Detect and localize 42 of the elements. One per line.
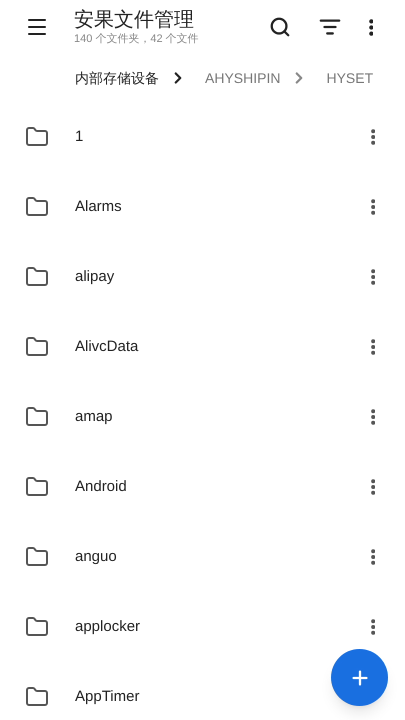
folder-name: Android: [75, 476, 128, 497]
folder-row[interactable]: anguo: [0, 522, 405, 592]
app-title: 安果文件管理: [74, 8, 195, 32]
folder-row[interactable]: Alarms: [0, 172, 405, 242]
folder-row[interactable]: 1: [0, 102, 405, 172]
search-icon: [269, 16, 291, 38]
folder-icon: [25, 125, 49, 149]
folder-name: amap: [75, 406, 114, 427]
breadcrumb-item[interactable]: HYSET: [326, 68, 374, 88]
more-icon: [370, 199, 376, 215]
folder-icon: [25, 685, 49, 709]
folder-row[interactable]: alipay: [0, 242, 405, 312]
folder-name: applocker: [75, 616, 142, 637]
more-icon: [370, 129, 376, 145]
more-icon: [370, 269, 376, 285]
folder-row[interactable]: AlivcData: [0, 312, 405, 382]
folder-icon: [25, 545, 49, 569]
folder-name: AlivcData: [75, 336, 140, 357]
folder-icon: [25, 475, 49, 499]
more-icon: [368, 18, 374, 36]
folder-name: 1: [75, 126, 84, 147]
breadcrumb-item[interactable]: 内部存储设备: [75, 68, 159, 88]
more-icon: [370, 549, 376, 565]
breadcrumb-item[interactable]: AHYSHIPIN: [205, 68, 280, 88]
folder-row[interactable]: AppTimer: [0, 662, 405, 720]
folder-row[interactable]: applocker: [0, 592, 405, 662]
folder-icon: [25, 265, 49, 289]
more-icon: [370, 339, 376, 355]
folder-icon: [25, 615, 49, 639]
folder-name: alipay: [75, 266, 116, 287]
folder-name: Alarms: [75, 196, 123, 217]
folder-icon: [25, 195, 49, 219]
folder-row[interactable]: Android: [0, 452, 405, 522]
folder-name: AppTimer: [75, 686, 140, 707]
folder-row[interactable]: amap: [0, 382, 405, 452]
folder-count: 140 个文件夹，42 个文件: [74, 32, 200, 46]
more-icon: [370, 479, 376, 495]
more-icon: [370, 619, 376, 635]
folder-icon: [25, 405, 49, 429]
folder-name: anguo: [75, 546, 118, 567]
folder-icon: [25, 335, 49, 359]
more-icon: [370, 409, 376, 425]
